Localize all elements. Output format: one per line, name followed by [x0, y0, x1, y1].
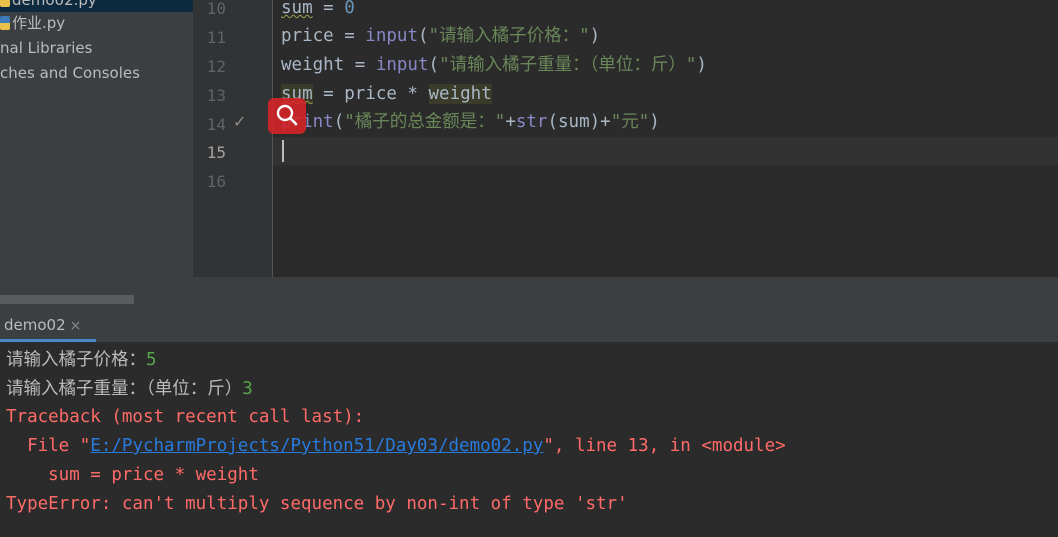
search-overlay-button[interactable]: [268, 98, 306, 134]
python-file-icon: [0, 0, 10, 7]
project-tree: demo02.py 作业.py nal Libraries ches and C…: [0, 0, 193, 307]
code-token: (: [417, 26, 429, 46]
code-token: =: [333, 26, 366, 46]
close-icon[interactable]: ×: [70, 318, 82, 334]
current-line-highlight: [273, 137, 1058, 165]
console-user-input: 3: [242, 379, 253, 399]
tree-item-external-libraries[interactable]: nal Libraries: [0, 36, 92, 60]
code-token: =: [312, 0, 345, 18]
magnifier-icon: [276, 104, 298, 126]
code-token: ): [649, 112, 660, 132]
code-string: "请输入橘子价格：": [428, 26, 590, 46]
console-prompt: 请输入橘子重量：（单位：斤）: [6, 379, 243, 399]
line-number: 11: [206, 28, 226, 47]
code-token: weight: [281, 55, 345, 75]
line-number: 13: [206, 86, 226, 105]
code-token: +: [600, 112, 611, 132]
code-string: "橘子的总金额是：": [344, 112, 506, 132]
code-token: (: [333, 112, 345, 132]
console-line: 请输入橘子价格：5: [6, 346, 157, 375]
code-token: input: [365, 26, 418, 46]
line-number: 14: [206, 115, 226, 134]
line-number: 12: [206, 57, 226, 76]
console-text: File ": [6, 436, 91, 456]
console-error-line: sum = price * weight: [6, 465, 259, 485]
console-error-line: File "E:/PycharmProjects/Python51/Day03/…: [6, 432, 786, 461]
console-line: 请输入橘子重量：（单位：斤）3: [6, 375, 253, 404]
run-tab-label: demo02: [4, 316, 66, 334]
code-token: ): [696, 55, 707, 75]
code-string: "元": [610, 112, 650, 132]
tree-item-label: nal Libraries: [0, 39, 93, 57]
code-token: sum: [281, 0, 313, 18]
run-tab-bar: [0, 307, 1058, 343]
code-token: price: [281, 26, 334, 46]
editor-bottom-area: [193, 277, 1058, 307]
tree-item-label: 作业.py: [12, 14, 66, 32]
code-token: weight: [428, 84, 492, 104]
tree-item-scratches-consoles[interactable]: ches and Consoles: [0, 61, 140, 85]
console-text: ", line 13, in <module>: [543, 436, 786, 456]
code-line-10[interactable]: sum = 0: [281, 0, 355, 23]
code-token: = price *: [312, 84, 429, 104]
python-file-icon: [0, 16, 10, 30]
tree-item-label: demo02.py: [12, 0, 97, 9]
console-prompt: 请输入橘子价格：: [6, 350, 146, 370]
tree-item-homework[interactable]: 作业.py: [0, 11, 65, 35]
console-error-line: Traceback (most recent call last):: [6, 407, 365, 427]
text-caret: [282, 140, 284, 162]
code-line-12[interactable]: weight = input("请输入橘子重量：（单位：斤）"): [281, 51, 707, 80]
code-line-11[interactable]: price = input("请输入橘子价格："): [281, 22, 600, 51]
run-tab-demo02[interactable]: demo02 ×: [0, 307, 85, 342]
tree-item-label: ches and Consoles: [0, 64, 140, 82]
code-token: =: [344, 55, 376, 75]
traceback-file-link[interactable]: E:/PycharmProjects/Python51/Day03/demo02…: [90, 436, 543, 456]
line-number: 16: [206, 172, 226, 191]
line-number-current: 15: [206, 143, 226, 162]
sidebar-horizontal-scrollbar[interactable]: [0, 295, 134, 304]
code-token: str: [515, 112, 548, 132]
code-token: input: [375, 55, 429, 75]
console-user-input: 5: [146, 350, 157, 370]
checkmark-icon[interactable]: ✓: [233, 113, 247, 131]
console-error-line: TypeError: can't multiply sequence by no…: [6, 494, 628, 514]
code-token: (sum): [547, 112, 601, 132]
code-line-13[interactable]: sum = price * weight: [281, 80, 492, 109]
code-token: ): [589, 26, 601, 46]
code-token: 0: [344, 0, 355, 18]
code-token: (: [428, 55, 440, 75]
code-string: "请输入橘子重量：（单位：斤）": [439, 55, 697, 75]
code-line-14[interactable]: print("橘子的总金额是："+str(sum)+"元"): [281, 108, 660, 137]
code-token: +: [505, 112, 516, 132]
line-number: 10: [206, 0, 226, 18]
